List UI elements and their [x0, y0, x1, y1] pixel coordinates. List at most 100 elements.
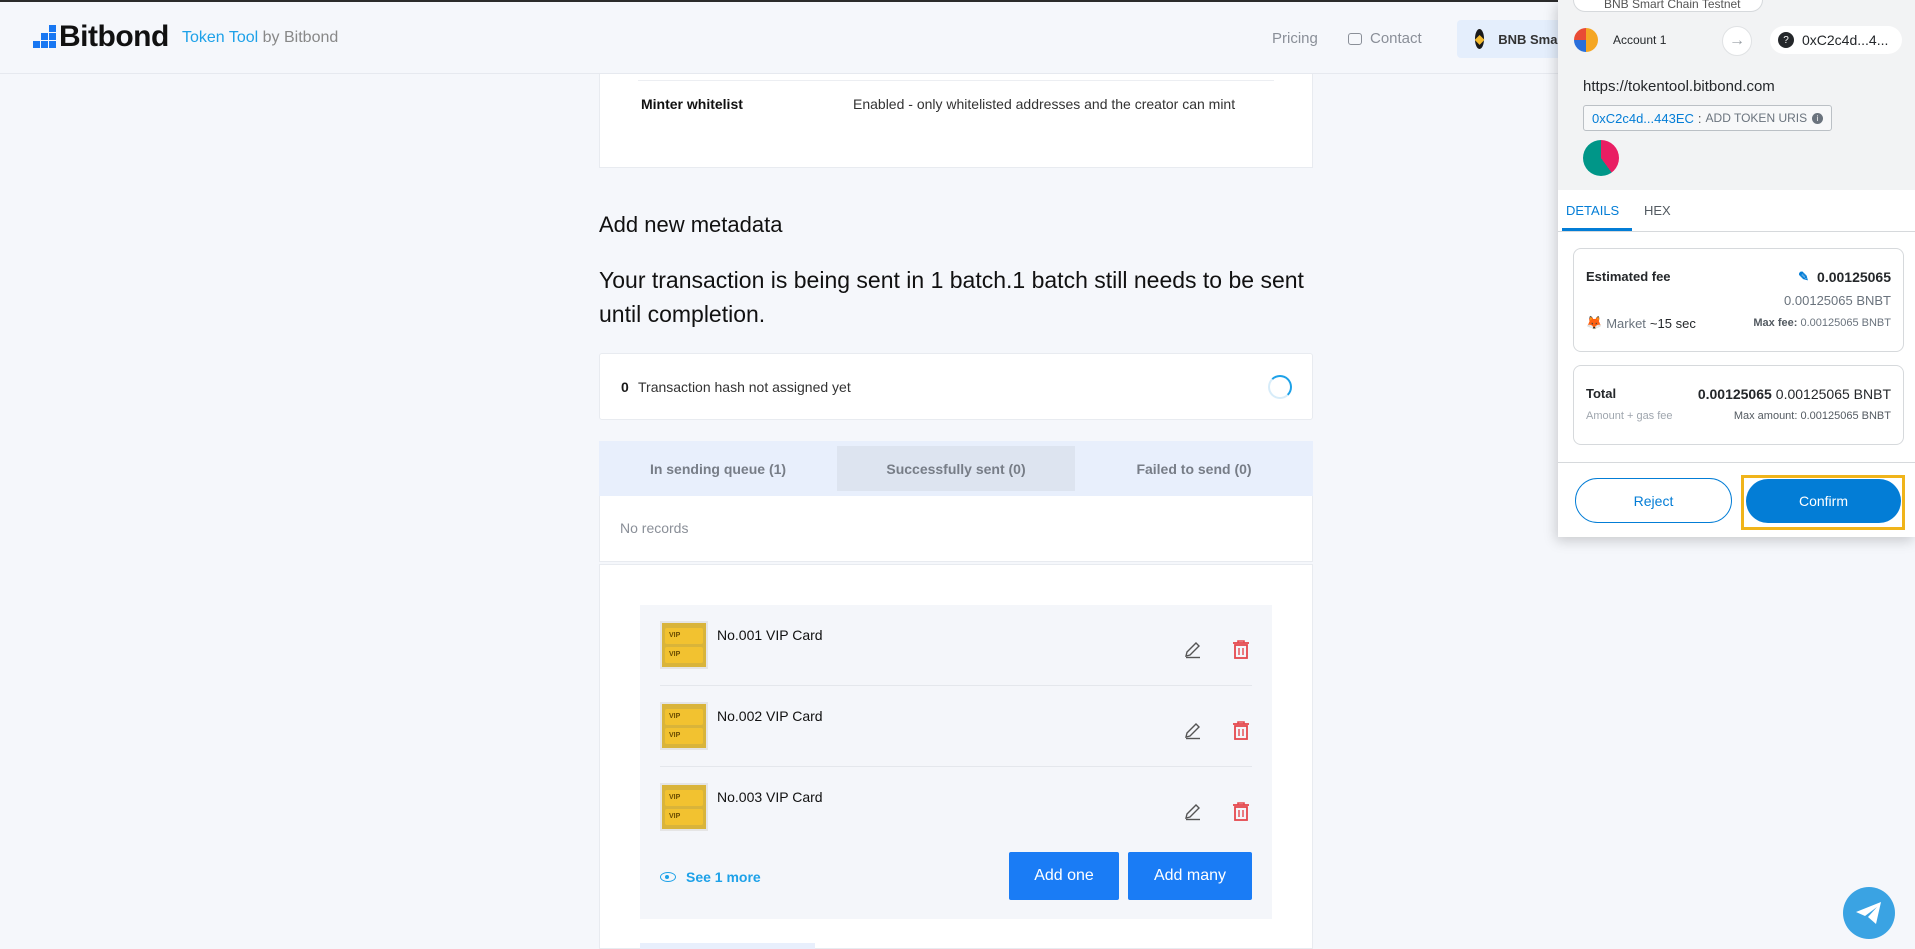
request-origin: https://tokentool.bitbond.com	[1583, 78, 1775, 95]
item-name: No.002 VIP Card	[717, 708, 823, 724]
thumb-label: VIP	[665, 727, 703, 744]
account-avatar	[1574, 28, 1598, 52]
trash-icon[interactable]	[1232, 639, 1250, 659]
see-more-label: See 1 more	[686, 869, 761, 885]
contract-address-link[interactable]: 0xC2c4d...443EC	[1592, 111, 1694, 126]
info-icon[interactable]: i	[1812, 112, 1824, 124]
transaction-row: 0 Transaction hash not assigned yet	[599, 353, 1313, 420]
estimated-fee-native: 0.00125065 BNBT	[1784, 293, 1891, 308]
minter-whitelist-label: Minter whitelist	[641, 96, 743, 112]
telegram-icon[interactable]	[1843, 887, 1895, 939]
question-icon: ?	[1778, 32, 1794, 48]
max-amount: Max amount: 0.00125065 BNBT	[1734, 410, 1891, 422]
bitbond-logo[interactable]: Bitbond	[33, 20, 169, 54]
thumb-label: VIP	[665, 627, 703, 644]
nav-contact-label: Contact	[1370, 30, 1422, 47]
metamask-popup: BNB Smart Chain Testnet Account 1 → ? 0xC…	[1558, 0, 1915, 537]
arrow-right-icon: →	[1722, 26, 1752, 56]
no-records-text: No records	[620, 520, 689, 536]
metamask-header: BNB Smart Chain Testnet Account 1 → ? 0xC…	[1558, 0, 1915, 190]
nav-pricing-link[interactable]: Pricing	[1272, 30, 1318, 47]
transaction-index: 0	[621, 379, 629, 395]
tagline: Token Tool by Bitbond	[182, 29, 338, 47]
account-name: Account 1	[1613, 33, 1667, 47]
total-box: Total Amount + gas fee 0.00125065 0.00125…	[1573, 365, 1904, 445]
tab-hex[interactable]: HEX	[1644, 203, 1671, 218]
token-summary-card: Minter whitelist Enabled - only whitelis…	[599, 74, 1313, 168]
max-amount-value: 0.00125065 BNBT	[1800, 410, 1891, 422]
batch-status-message: Your transaction is being sent in 1 batc…	[599, 267, 1304, 327]
item-name: No.001 VIP Card	[717, 627, 823, 643]
tagline-product: Token Tool	[182, 29, 259, 46]
pencil-icon[interactable]	[1183, 720, 1203, 740]
max-fee-value: 0.00125065 BNBT	[1800, 317, 1891, 329]
estimated-fee-label: Estimated fee	[1586, 269, 1671, 284]
list-item: VIP VIP No.001 VIP Card	[660, 605, 1252, 686]
pencil-icon[interactable]	[1183, 639, 1203, 659]
tab-in-sending-queue[interactable]: In sending queue (1)	[599, 441, 837, 496]
estimated-fee-value: ✎ 0.00125065	[1798, 269, 1891, 285]
add-many-button[interactable]: Add many	[1128, 852, 1252, 900]
tab-failed-to-send[interactable]: Failed to send (0)	[1075, 441, 1313, 496]
records-panel: No records	[599, 496, 1313, 562]
confirm-button[interactable]: Confirm	[1746, 479, 1901, 523]
thumb-label: VIP	[665, 708, 703, 725]
metamask-tabs: DETAILS HEX	[1558, 190, 1915, 232]
estimated-fee-amount: 0.00125065	[1817, 269, 1891, 285]
see-more-link[interactable]: See 1 more	[660, 869, 761, 885]
thumb-label: VIP	[665, 808, 703, 825]
pencil-icon[interactable]	[1183, 801, 1203, 821]
send-status-tabs: In sending queue (1) Successfully sent (…	[599, 441, 1313, 496]
max-fee: Max fee: 0.00125065 BNBT	[1753, 317, 1891, 329]
estimated-fee-box: Estimated fee ✎ 0.00125065 0.00125065 BNB…	[1573, 248, 1904, 352]
vip-card-thumbnail: VIP VIP	[660, 783, 708, 831]
method-name: ADD TOKEN URIS	[1705, 111, 1808, 125]
fox-icon: 🦊	[1586, 315, 1603, 330]
trash-icon[interactable]	[1232, 801, 1250, 821]
max-fee-label: Max fee:	[1753, 317, 1798, 329]
market-time: ~15 sec	[1649, 315, 1696, 331]
recipient-address-text: 0xC2c4d...4...	[1802, 32, 1889, 48]
add-metadata-heading: Add new metadata	[599, 212, 783, 237]
eye-icon	[660, 872, 676, 882]
method-separator: :	[1697, 110, 1702, 126]
tab-details[interactable]: DETAILS	[1566, 203, 1619, 218]
total-native: 0.00125065 BNBT	[1775, 386, 1891, 402]
active-tab-indicator	[1562, 228, 1632, 231]
metamask-network-pill[interactable]: BNB Smart Chain Testnet	[1573, 0, 1763, 12]
nav-contact-link[interactable]: Contact	[1348, 30, 1422, 47]
reject-button[interactable]: Reject	[1575, 478, 1732, 523]
account-row: Account 1 → ? 0xC2c4d...4...	[1558, 18, 1915, 60]
total-value: 0.00125065 0.00125065 BNBT	[1698, 386, 1891, 402]
paper-plane-icon	[1856, 902, 1881, 924]
loading-spinner-icon	[1268, 375, 1292, 399]
market-label: Market	[1606, 315, 1646, 331]
tab-successfully-sent[interactable]: Successfully sent (0)	[837, 446, 1075, 491]
add-one-button[interactable]: Add one	[1009, 852, 1119, 900]
recipient-address[interactable]: ? 0xC2c4d...4...	[1770, 26, 1902, 54]
total-amount: 0.00125065	[1697, 386, 1772, 402]
minter-whitelist-value: Enabled - only whitelisted addresses and…	[853, 96, 1236, 112]
next-section-stub	[640, 943, 815, 949]
fee-market-option[interactable]: 🦊 Market ~15 sec	[1586, 315, 1696, 331]
thumb-label: VIP	[665, 646, 703, 663]
tagline-suffix: by Bitbond	[258, 29, 339, 46]
thumb-label: VIP	[665, 789, 703, 806]
edit-fee-icon[interactable]: ✎	[1798, 269, 1809, 285]
metadata-list-card: VIP VIP No.001 VIP Card VIP VIP No.002 VIP…	[599, 564, 1313, 949]
max-amount-label: Max amount:	[1733, 410, 1798, 422]
logo-text: Bitbond	[59, 20, 169, 53]
list-item: VIP VIP No.002 VIP Card	[660, 686, 1252, 767]
vip-card-thumbnail: VIP VIP	[660, 621, 708, 669]
total-label: Total	[1586, 386, 1617, 401]
trash-icon[interactable]	[1232, 720, 1250, 740]
footer-divider	[1558, 462, 1915, 463]
item-name: No.003 VIP Card	[717, 789, 823, 805]
chat-bubble-icon	[1348, 32, 1362, 45]
vip-card-thumbnail: VIP VIP	[660, 702, 708, 750]
row-divider	[638, 80, 1274, 81]
metadata-list: VIP VIP No.001 VIP Card VIP VIP No.002 VIP…	[640, 605, 1272, 919]
list-item: VIP VIP No.003 VIP Card	[660, 767, 1252, 848]
contract-method-badge: 0xC2c4d...443EC : ADD TOKEN URIS i	[1583, 105, 1833, 131]
transaction-status: Transaction hash not assigned yet	[638, 379, 851, 395]
